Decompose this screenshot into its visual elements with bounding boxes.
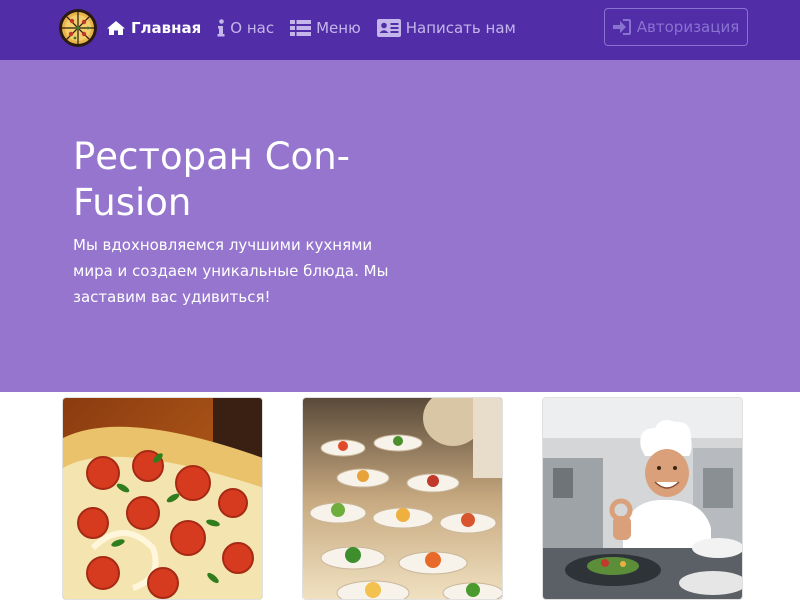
page-title: Ресторан Con-Fusion (73, 135, 350, 224)
info-icon (217, 19, 225, 37)
nav-item-home[interactable]: Главная (106, 0, 201, 56)
nav-item-contact[interactable]: Написать нам (376, 0, 516, 56)
jumbotron: Ресторан Con-Fusion Мы вдохновляемся луч… (0, 60, 800, 392)
nav-item-label: О нас (230, 19, 275, 37)
login-button-label: Авторизация (636, 18, 740, 36)
nav-item-menu[interactable]: Меню (290, 0, 361, 56)
nav-item-label: Написать нам (405, 19, 516, 37)
address-card-icon (376, 19, 401, 37)
sign-in-icon (612, 19, 631, 35)
pizza-logo-icon[interactable] (58, 8, 98, 48)
list-icon (290, 20, 312, 36)
chef-photo[interactable] (542, 397, 743, 600)
buffet-photo[interactable] (302, 397, 503, 600)
jumbotron-description: Мы вдохновляемся лучшими кухнями мира и … (73, 236, 389, 306)
nav-item-label: Меню (316, 19, 361, 37)
nav-item-label: Главная (131, 19, 202, 37)
navbar: Главная О нас Меню Написать нам Авториза… (0, 0, 800, 60)
login-button[interactable]: Авторизация (604, 8, 748, 46)
home-icon (106, 20, 126, 36)
nav-links: Главная О нас Меню Написать нам (106, 0, 532, 56)
pizza-photo[interactable] (62, 397, 263, 600)
nav-item-about[interactable]: О нас (217, 0, 274, 56)
